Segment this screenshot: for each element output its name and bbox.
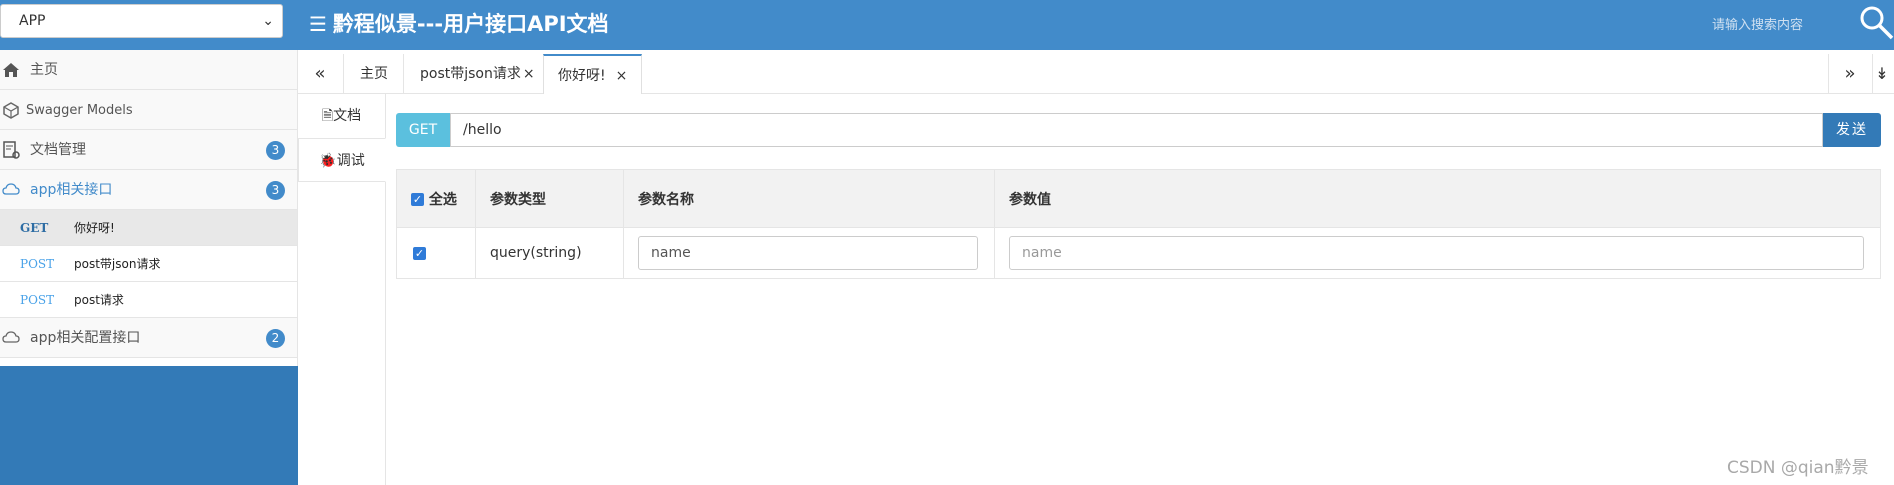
tab-divider — [403, 54, 404, 94]
api-name: post带json请求 — [74, 257, 161, 271]
tab-label: 你好呀! — [558, 68, 606, 84]
api-item-post[interactable]: POST post请求 — [0, 282, 297, 318]
file-icon: 🗎 — [321, 108, 334, 124]
page-title: ☰ 黔程似景---用户接口API文档 — [309, 8, 609, 38]
page-title-text: 黔程似景---用户接口API文档 — [332, 12, 609, 36]
table-header-row: ✓ 全选 参数类型 参数名称 参数值 — [396, 169, 1881, 228]
close-icon[interactable]: × — [523, 66, 535, 82]
sidebar-item-label: app相关配置接口 — [30, 330, 141, 346]
api-item-hello[interactable]: GET 你好呀! — [0, 210, 297, 246]
api-item-post-json[interactable]: POST post带json请求 — [0, 246, 297, 282]
checkbox-checked-icon[interactable]: ✓ — [413, 246, 426, 260]
url-input[interactable]: /hello — [450, 113, 1823, 147]
method-label: POST — [20, 293, 55, 307]
tab-label: 主页 — [360, 66, 388, 82]
checkbox-checked-icon[interactable]: ✓ — [411, 193, 424, 206]
method-label: POST — [20, 257, 55, 271]
sidebar-fill — [0, 366, 298, 485]
tab-hello[interactable]: 你好呀! × — [543, 54, 643, 94]
search-input[interactable]: 请输入搜索内容 — [1712, 14, 1803, 33]
tab-label: post带json请求 — [420, 66, 521, 82]
app-select-dropdown[interactable]: APP ⌄ — [0, 4, 283, 38]
param-name-cell: name — [623, 227, 995, 279]
sidebar-item-label: 主页 — [30, 62, 58, 78]
param-value-input[interactable]: name — [1009, 236, 1864, 270]
menu-icon[interactable]: ☰ — [309, 12, 327, 36]
api-name: post请求 — [74, 293, 124, 307]
table-row: ✓ query(string) name name — [396, 227, 1881, 279]
tab-bar: « 主页 post带json请求 × 你好呀! × » ↡ — [298, 50, 1894, 94]
cloud-icon — [2, 170, 20, 210]
cloud-icon — [2, 318, 20, 358]
method-button[interactable]: GET — [396, 113, 450, 147]
param-type: query(string) — [475, 227, 624, 279]
double-chevron-right-icon[interactable]: » — [1828, 54, 1872, 94]
tab-divider — [343, 54, 344, 94]
sidebar-item-doc-manage[interactable]: 文档管理 3 — [0, 130, 297, 170]
count-badge: 2 — [266, 329, 285, 348]
sidebar-item-app-api[interactable]: app相关接口 3 — [0, 170, 297, 210]
double-chevron-down-icon[interactable]: ↡ — [1870, 54, 1894, 94]
column-header-name: 参数名称 — [623, 169, 995, 228]
tab-home[interactable]: 主页 — [346, 54, 402, 94]
send-button[interactable]: 发送 — [1823, 113, 1881, 147]
sidebar-item-label: 文档管理 — [30, 142, 86, 158]
search-icon[interactable] — [1858, 4, 1894, 40]
param-value-cell: name — [994, 227, 1881, 279]
tab-post-json[interactable]: post带json请求 × — [406, 54, 549, 94]
watermark: CSDN @qian黔景 — [1727, 458, 1869, 478]
app-select-value: APP — [19, 13, 46, 29]
tab-label: 调试 — [336, 153, 365, 169]
tab-doc[interactable]: 🗎文档 — [298, 94, 385, 138]
sidebar-item-app-config[interactable]: app相关配置接口 2 — [0, 318, 297, 358]
count-badge: 3 — [266, 181, 285, 200]
column-header-type: 参数类型 — [475, 169, 624, 228]
double-chevron-left-icon[interactable]: « — [298, 54, 342, 94]
params-table: ✓ 全选 参数类型 参数名称 参数值 ✓ query(string) name … — [396, 169, 1881, 279]
column-header-value: 参数值 — [994, 169, 1881, 228]
document-settings-icon — [2, 130, 20, 170]
count-badge: 3 — [266, 141, 285, 160]
cubes-icon — [2, 90, 20, 130]
method-label: GET — [20, 221, 49, 235]
sidebar-item-label: Swagger Models — [26, 103, 133, 118]
api-name: 你好呀! — [74, 221, 115, 235]
sidebar-item-swagger-models[interactable]: Swagger Models — [0, 90, 297, 130]
param-name-input[interactable]: name — [638, 236, 978, 270]
home-icon — [2, 50, 20, 90]
select-all-header[interactable]: ✓ 全选 — [396, 169, 476, 228]
sidebar-item-label: app相关接口 — [30, 182, 113, 198]
close-icon[interactable]: × — [616, 68, 628, 84]
row-checkbox-cell[interactable]: ✓ — [396, 227, 476, 279]
tab-debug[interactable]: 🐞调试 — [298, 138, 386, 182]
bug-icon: 🐞 — [319, 153, 337, 169]
tab-label: 文档 — [333, 108, 362, 124]
sidebar-item-home[interactable]: 主页 — [0, 50, 297, 90]
chevron-down-icon: ⌄ — [262, 13, 274, 29]
top-header: APP ⌄ ☰ 黔程似景---用户接口API文档 请输入搜索内容 — [0, 0, 1894, 50]
select-all-label: 全选 — [428, 191, 457, 208]
sidebar: 主页 Swagger Models 文档管理 3 app相关接口 3 GET 你好… — [0, 50, 298, 485]
doc-debug-tabs: 🗎文档 🐞调试 — [298, 94, 386, 485]
